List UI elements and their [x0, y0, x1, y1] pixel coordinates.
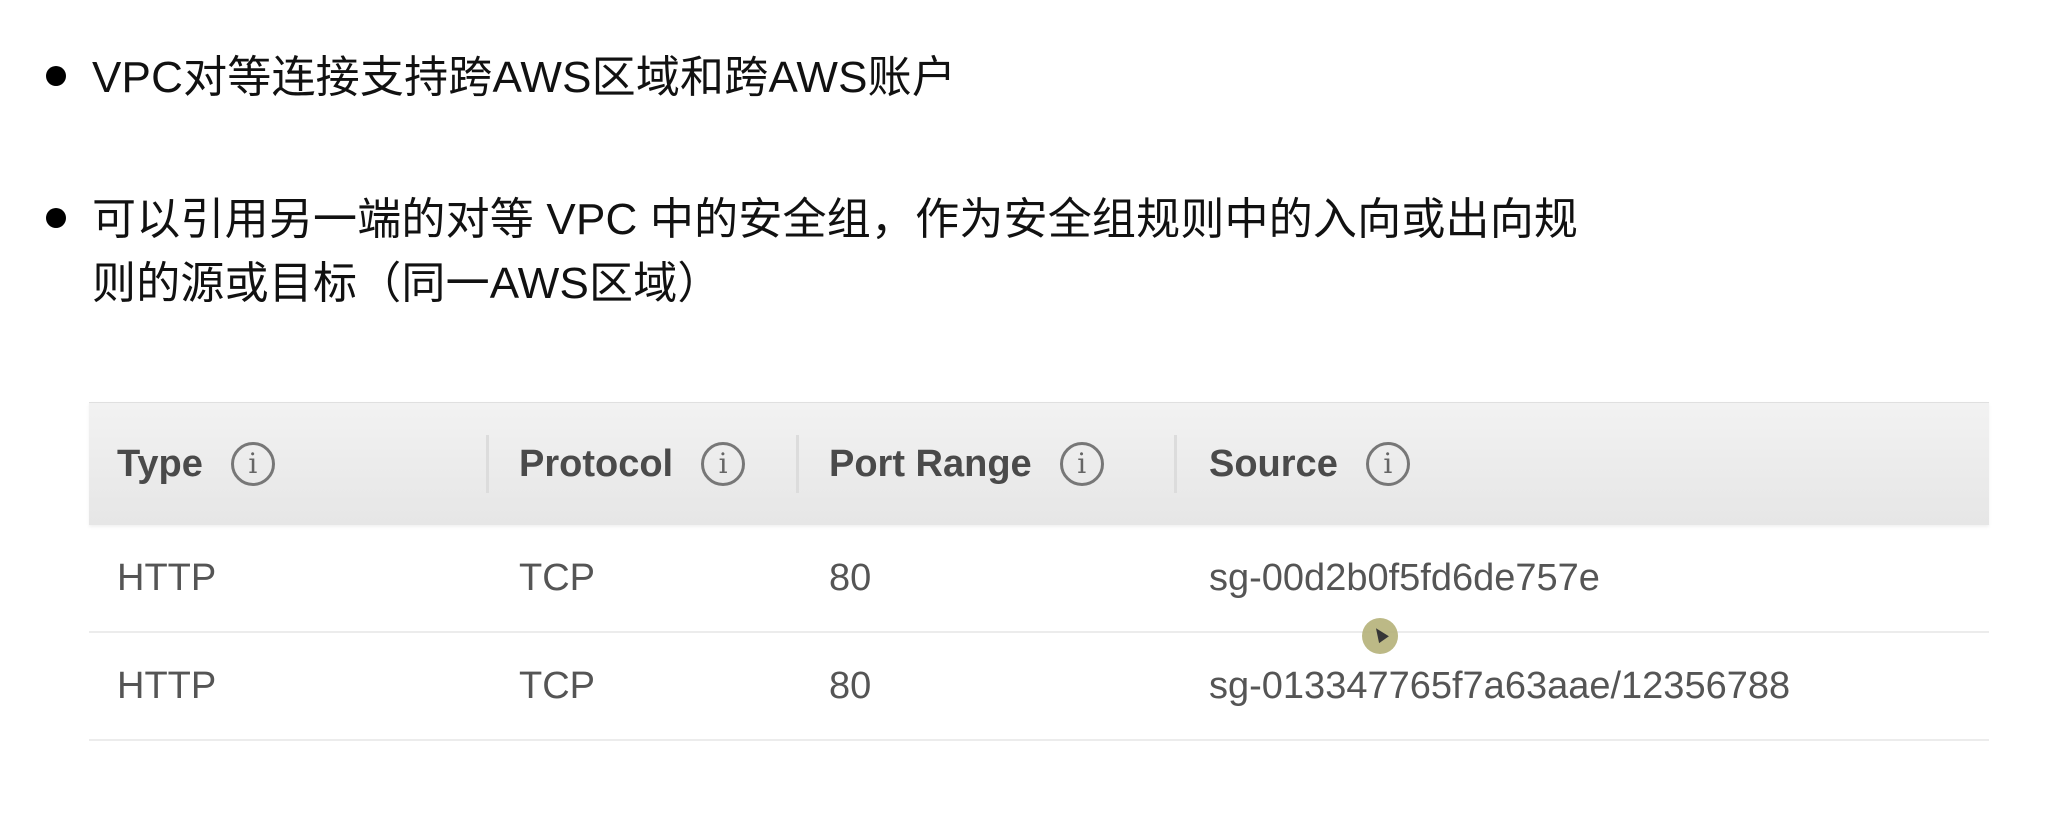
column-header-label: Port Range	[829, 442, 1032, 485]
cell-protocol: TCP	[519, 664, 595, 707]
cell-source: sg-00d2b0f5fd6de757e	[1209, 556, 1600, 599]
info-icon[interactable]: i	[1059, 442, 1104, 486]
info-icon[interactable]: i	[230, 442, 275, 486]
column-header-protocol[interactable]: Protocol i	[489, 403, 799, 525]
table-header: Type i Protocol i Port Range i Source i	[89, 402, 1989, 525]
column-header-label: Protocol	[519, 442, 674, 485]
cell-type: HTTP	[117, 556, 217, 599]
bullet-dot	[46, 208, 66, 228]
cursor-arrow-icon	[1371, 624, 1389, 644]
bullet-item-1: VPC对等连接支持跨AWS区域和跨AWS账户	[46, 46, 956, 110]
cell-type: HTTP	[117, 664, 217, 707]
column-header-label: Type	[117, 442, 203, 485]
table-row[interactable]: HTTP TCP 80 sg-013347765f7a63aae/1235678…	[89, 633, 1989, 741]
cell-source: sg-013347765f7a63aae/12356788	[1209, 664, 1791, 707]
column-header-label: Source	[1209, 442, 1338, 485]
column-header-port-range[interactable]: Port Range i	[799, 403, 1177, 525]
bullet-item-2: 可以引用另一端的对等 VPC 中的安全组，作为安全组规则中的入向或出向规则的源或…	[46, 188, 1592, 316]
bullet-text-1: VPC对等连接支持跨AWS区域和跨AWS账户	[92, 53, 957, 102]
bullet-text-2: 可以引用另一端的对等 VPC 中的安全组，作为安全组规则中的入向或出向规则的源或…	[92, 195, 1579, 308]
bullet-dot	[46, 66, 66, 86]
cell-protocol: TCP	[519, 556, 595, 599]
column-header-type[interactable]: Type i	[89, 403, 489, 525]
column-header-source[interactable]: Source i	[1177, 403, 1989, 525]
table-row[interactable]: HTTP TCP 80 sg-00d2b0f5fd6de757e	[89, 525, 1989, 633]
info-icon[interactable]: i	[701, 442, 746, 486]
mouse-cursor-highlight	[1362, 618, 1398, 654]
info-icon[interactable]: i	[1365, 442, 1410, 486]
cell-port-range: 80	[829, 556, 872, 599]
security-group-rules-table: Type i Protocol i Port Range i Source i …	[89, 402, 1989, 741]
cell-port-range: 80	[829, 664, 872, 707]
